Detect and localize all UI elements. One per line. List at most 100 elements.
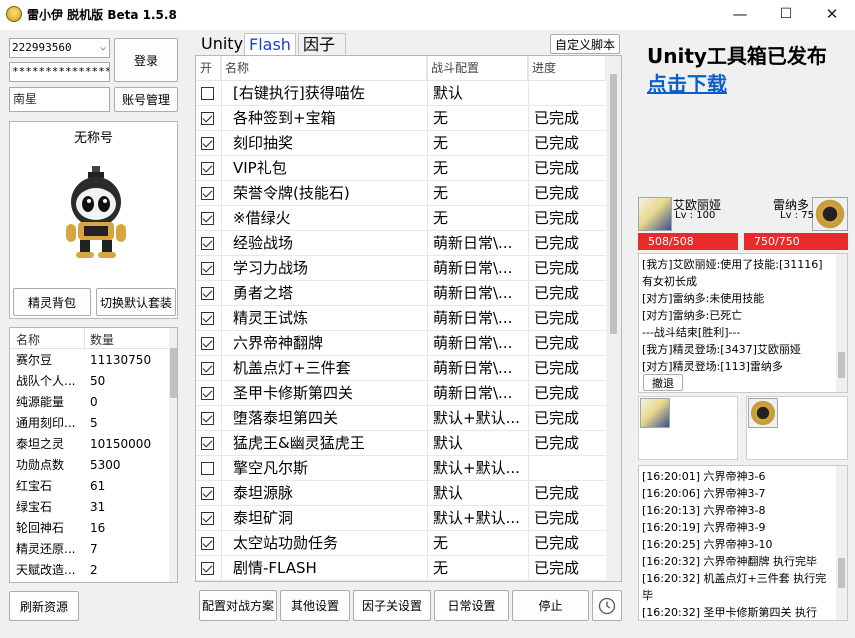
task-config[interactable]: 萌新日常\... xyxy=(433,256,528,281)
task-config[interactable]: 无 xyxy=(433,206,528,231)
task-checkbox[interactable] xyxy=(201,287,214,300)
download-link[interactable]: 点击下载 xyxy=(647,68,727,97)
resource-row[interactable]: 天赋改造... 2 xyxy=(10,560,170,581)
tab-factor[interactable]: 因子 xyxy=(298,33,346,55)
task-row[interactable]: ※借绿火 无已完成 xyxy=(196,206,606,231)
task-row[interactable]: 泰坦矿洞 默认+默认... 已完成 xyxy=(196,506,606,531)
account-select[interactable]: 222993560 ⌵ xyxy=(9,38,110,58)
task-checkbox[interactable] xyxy=(201,387,214,400)
battle-plan-button[interactable]: 配置对战方案 xyxy=(199,590,277,621)
resource-row[interactable]: 战队个人... 50 xyxy=(10,371,170,392)
daily-settings-button[interactable]: 日常设置 xyxy=(434,590,509,621)
password-field[interactable]: ***************** xyxy=(9,62,110,82)
task-checkbox[interactable] xyxy=(201,512,214,525)
task-config[interactable]: 无 xyxy=(433,106,528,131)
factor-settings-button[interactable]: 因子关设置 xyxy=(353,590,431,621)
task-checkbox[interactable] xyxy=(201,237,214,250)
task-row[interactable]: 六界帝神翻牌 萌新日常\... 已完成 xyxy=(196,331,606,356)
task-checkbox[interactable] xyxy=(201,137,214,150)
retreat-button[interactable]: 撤退 xyxy=(643,374,683,391)
task-config[interactable]: 无 xyxy=(433,131,528,156)
battle-log-scrollbar[interactable] xyxy=(836,254,847,392)
custom-script-button[interactable]: 自定义脚本 xyxy=(550,34,620,54)
task-row[interactable]: 学习力战场 萌新日常\... 已完成 xyxy=(196,256,606,281)
task-checkbox[interactable] xyxy=(201,87,214,100)
battle-log-scrollbar-thumb[interactable] xyxy=(838,352,845,378)
task-row[interactable]: 精灵王试炼 萌新日常\... 已完成 xyxy=(196,306,606,331)
task-config[interactable]: 无 xyxy=(433,156,528,181)
resource-row[interactable]: 通用刻印... 5 xyxy=(10,413,170,434)
task-row[interactable]: 堕落泰坦第四关 默认+默认... 已完成 xyxy=(196,406,606,431)
resource-row[interactable]: 轮回神石 16 xyxy=(10,518,170,539)
task-checkbox[interactable] xyxy=(201,262,214,275)
task-config[interactable]: 默认 xyxy=(433,481,528,506)
account-manage-button[interactable]: 账号管理 xyxy=(114,87,178,112)
task-table[interactable]: 开 名称 战斗配置 进度 [右键执行]获得喵佐 默认 各种签到+宝箱无已完成 刻印抽奖… xyxy=(195,55,622,582)
server-field[interactable]: 南星 xyxy=(9,87,110,112)
task-config[interactable]: 默认 xyxy=(433,431,528,456)
task-config[interactable]: 萌新日常\... xyxy=(433,281,528,306)
tab-unity[interactable]: Unity xyxy=(197,33,247,55)
resource-row[interactable]: 精灵还原... 7 xyxy=(10,539,170,560)
resource-scrollbar[interactable] xyxy=(169,328,177,582)
task-checkbox[interactable] xyxy=(201,312,214,325)
timer-button[interactable] xyxy=(592,590,622,621)
task-checkbox[interactable] xyxy=(201,537,214,550)
task-config[interactable]: 无 xyxy=(433,181,528,206)
task-config[interactable]: 无 xyxy=(433,531,528,556)
resource-scrollbar-thumb[interactable] xyxy=(170,348,177,398)
task-checkbox[interactable] xyxy=(201,187,214,200)
task-config[interactable]: 萌新日常\... xyxy=(433,231,528,256)
task-config[interactable]: 萌新日常\... xyxy=(433,331,528,356)
task-config[interactable]: 萌新日常\... xyxy=(433,306,528,331)
task-row[interactable]: 剧情-FLASH 无已完成 xyxy=(196,556,606,581)
close-button[interactable]: ✕ xyxy=(809,0,855,30)
task-row[interactable]: VIP礼包 无已完成 xyxy=(196,156,606,181)
task-row[interactable]: 猛虎王&幽灵猛虎王 默认 已完成 xyxy=(196,431,606,456)
resource-row[interactable]: 绿宝石 31 xyxy=(10,497,170,518)
task-checkbox[interactable] xyxy=(201,437,214,450)
task-row[interactable]: 太空站功勋任务 无已完成 xyxy=(196,531,606,556)
task-row[interactable]: 圣甲卡修斯第四关 萌新日常\... 已完成 xyxy=(196,381,606,406)
task-row[interactable]: 勇者之塔 萌新日常\... 已完成 xyxy=(196,281,606,306)
stop-button[interactable]: 停止 xyxy=(512,590,589,621)
task-checkbox[interactable] xyxy=(201,362,214,375)
task-row[interactable]: [右键执行]获得喵佐 默认 xyxy=(196,81,606,106)
maximize-button[interactable]: ☐ xyxy=(763,0,809,30)
tab-flash[interactable]: Flash xyxy=(244,33,296,55)
task-checkbox[interactable] xyxy=(201,487,214,500)
task-config[interactable]: 萌新日常\... xyxy=(433,356,528,381)
task-config[interactable]: 默认+默认... xyxy=(433,456,528,481)
switch-suit-button[interactable]: 切换默认套装 xyxy=(96,288,176,316)
task-checkbox[interactable] xyxy=(201,412,214,425)
login-button[interactable]: 登录 xyxy=(114,38,178,82)
resource-row[interactable]: 泰坦之灵 10150000 xyxy=(10,434,170,455)
task-checkbox[interactable] xyxy=(201,562,214,575)
refresh-resources-button[interactable]: 刷新资源 xyxy=(9,591,79,621)
enemy-team-slot[interactable] xyxy=(746,396,848,460)
execution-log-scrollbar-thumb[interactable] xyxy=(838,558,845,588)
task-config[interactable]: 默认 xyxy=(433,81,528,106)
resource-table[interactable]: 名称 数量 赛尔豆 11130750 战队个人... 50 纯源能量 0 通用刻印... 5 泰… xyxy=(9,327,178,583)
task-config[interactable]: 默认+默认... xyxy=(433,506,528,531)
resource-row[interactable]: 功勋点数 5300 xyxy=(10,455,170,476)
task-row[interactable]: 经验战场 萌新日常\... 已完成 xyxy=(196,231,606,256)
task-scrollbar-thumb[interactable] xyxy=(610,74,617,334)
task-row[interactable]: 机盖点灯+三件套 萌新日常\... 已完成 xyxy=(196,356,606,381)
spirit-bag-button[interactable]: 精灵背包 xyxy=(13,288,91,316)
task-checkbox[interactable] xyxy=(201,212,214,225)
task-checkbox[interactable] xyxy=(201,462,214,475)
task-scrollbar[interactable] xyxy=(606,56,621,581)
resource-row[interactable]: 赛尔豆 11130750 xyxy=(10,350,170,371)
task-config[interactable]: 萌新日常\... xyxy=(433,381,528,406)
ally-team-slot[interactable] xyxy=(638,396,738,460)
task-row[interactable]: 擎空凡尔斯 默认+默认... xyxy=(196,456,606,481)
resource-row[interactable]: 纯源能量 0 xyxy=(10,392,170,413)
execution-log-scrollbar[interactable] xyxy=(836,466,847,620)
task-config[interactable]: 无 xyxy=(433,556,528,581)
minimize-button[interactable]: — xyxy=(717,0,763,30)
task-checkbox[interactable] xyxy=(201,162,214,175)
task-row[interactable]: 荣誉令牌(技能石) 无已完成 xyxy=(196,181,606,206)
task-config[interactable]: 默认+默认... xyxy=(433,406,528,431)
execution-log[interactable]: [16:20:01] 六界帝神3-6 [16:20:06] 六界帝神3-7 [16:… xyxy=(638,465,848,621)
